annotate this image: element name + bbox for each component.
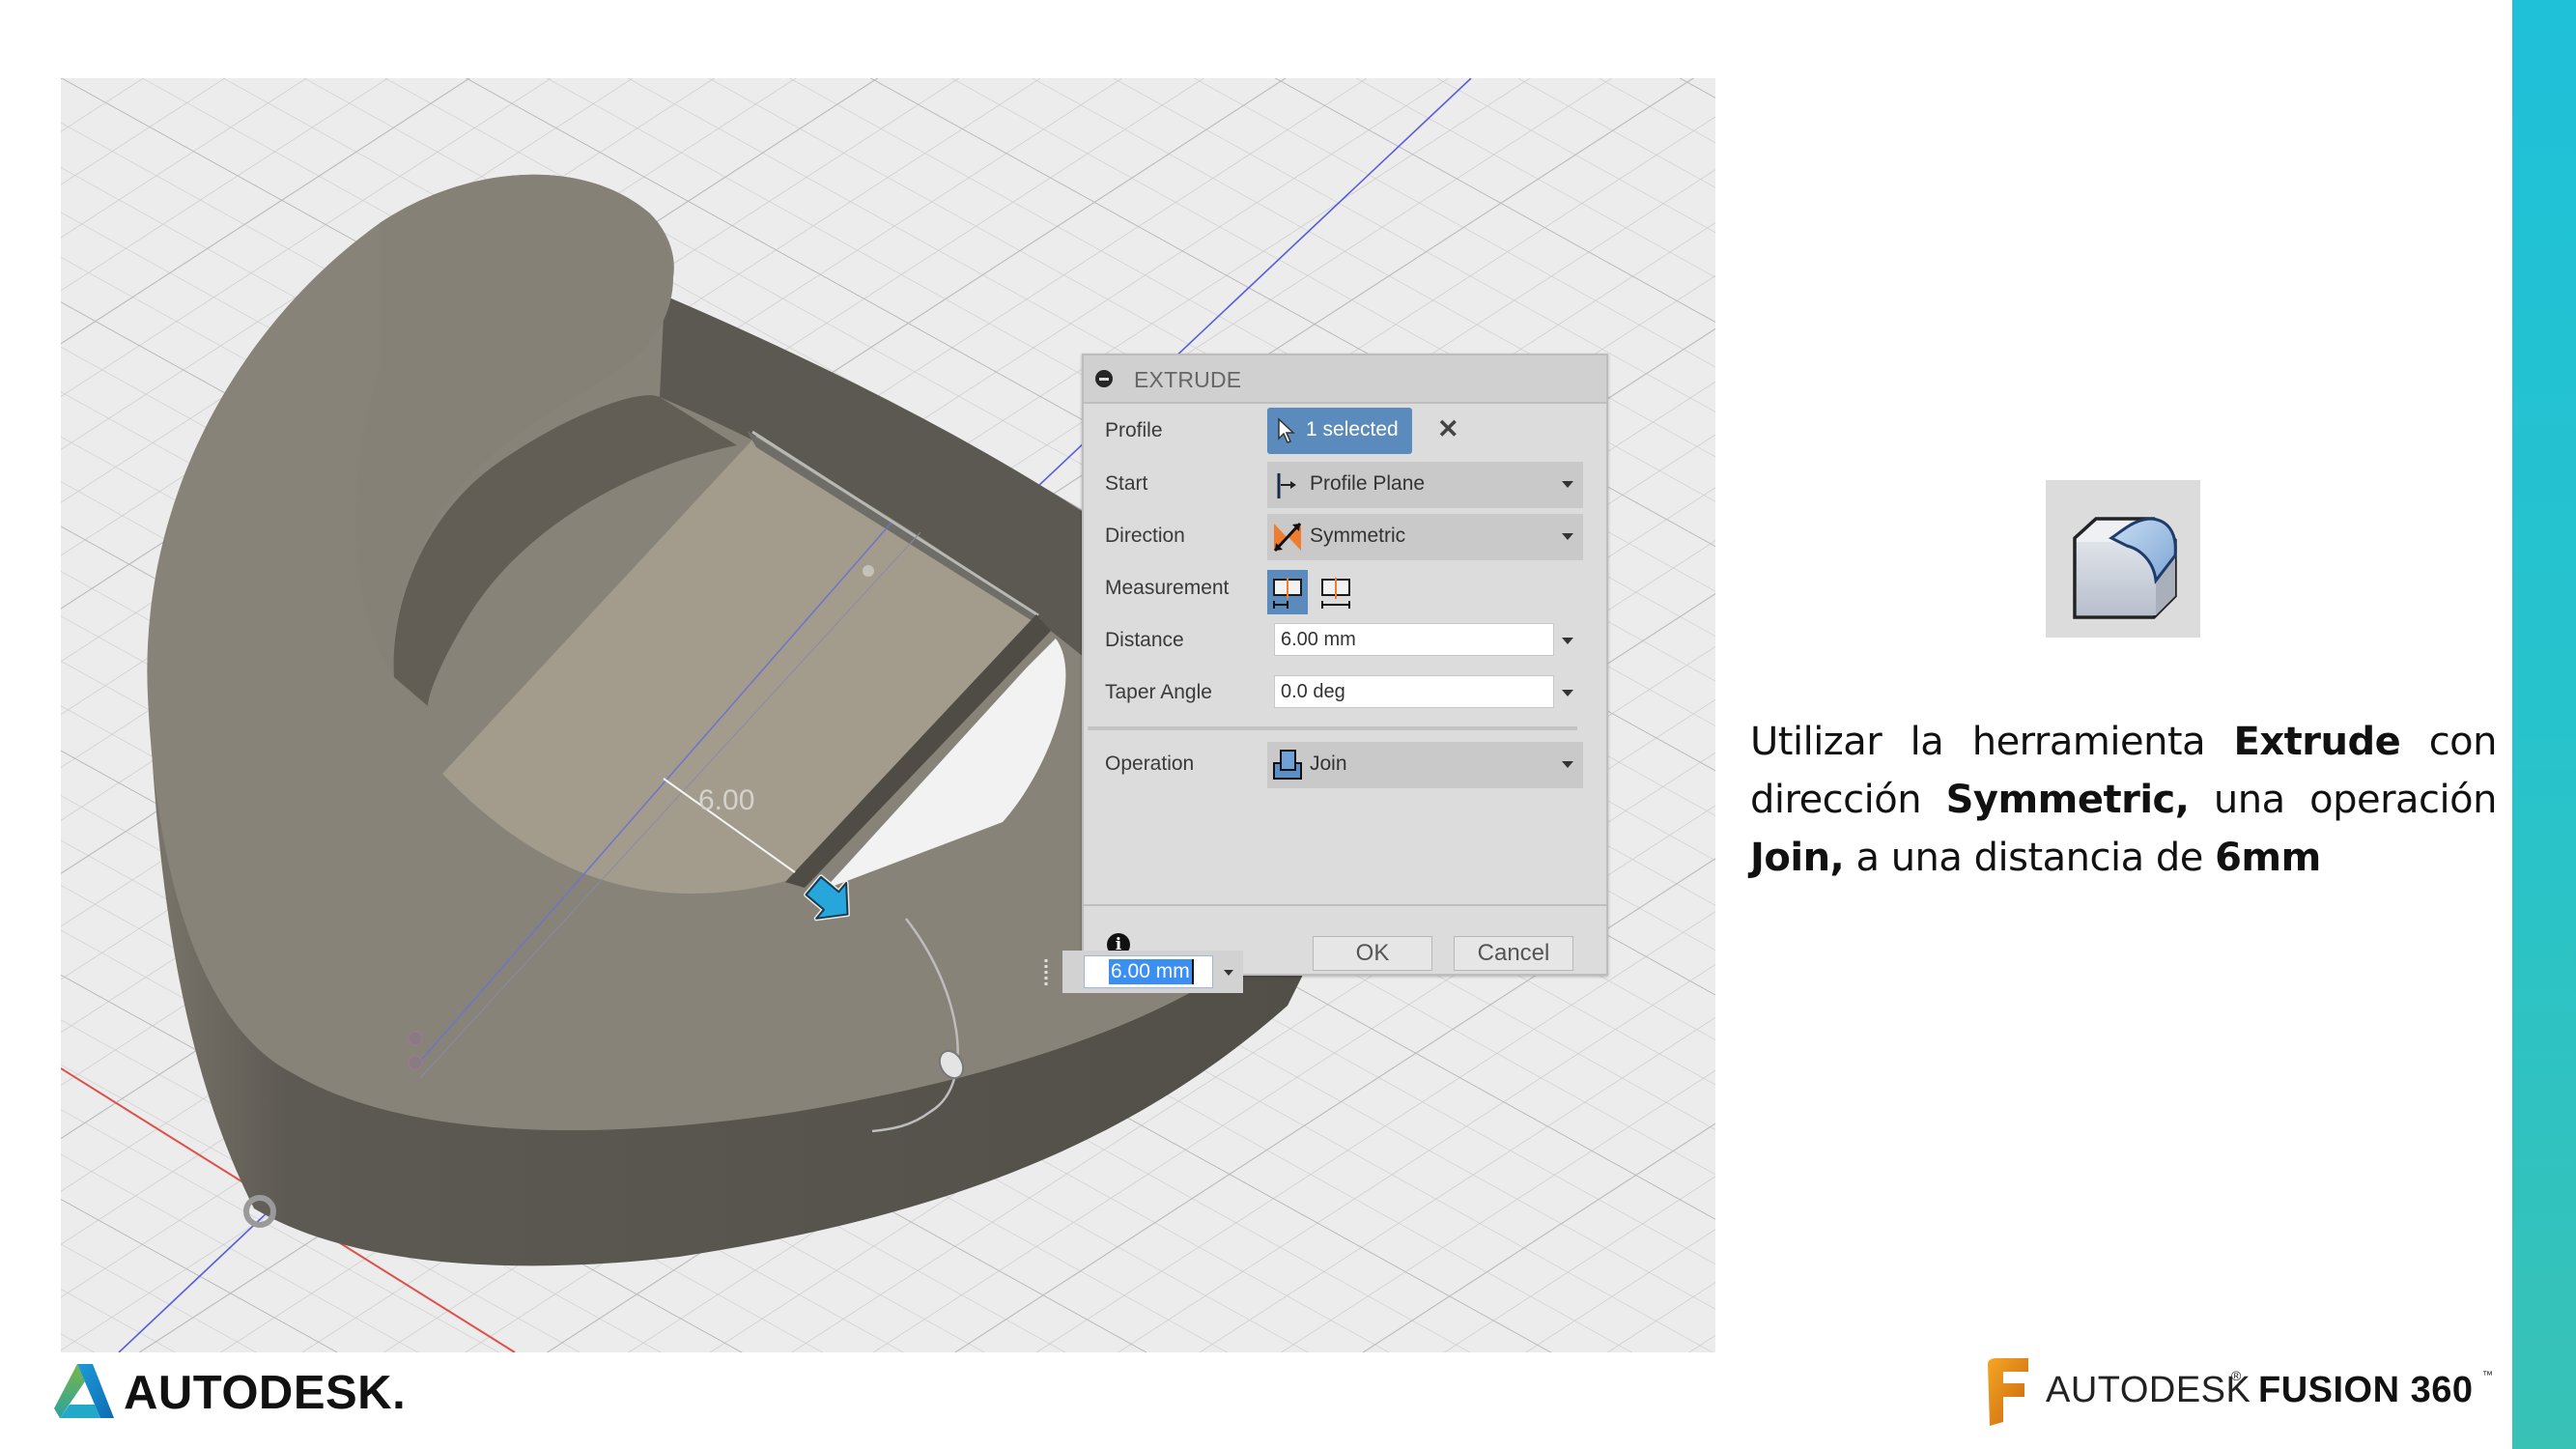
join-operation-icon [1273, 750, 1302, 780]
profile-value: 1 selected [1306, 418, 1399, 440]
autodesk-logo: AUTODESK. [50, 1360, 417, 1422]
distance-dropdown-chevron-icon[interactable] [1562, 638, 1573, 644]
profile-selection-button[interactable]: 1 selected [1267, 408, 1412, 454]
start-dropdown[interactable]: Profile Plane [1267, 462, 1583, 508]
footer-divider [1084, 904, 1606, 906]
instruction-run: Utilizar la herramienta [1750, 720, 2234, 764]
operation-value: Join [1310, 753, 1347, 775]
trademark-mark: ™ [2482, 1370, 2493, 1381]
cancel-button[interactable]: Cancel [1454, 936, 1573, 971]
autodesk-wordmark: AUTODESK. [124, 1367, 407, 1419]
extrude-dialog: EXTRUDE Profile 1 selected ✕ Start Profi… [1082, 354, 1608, 976]
instruction-emphasis: 6mm [2215, 836, 2321, 880]
registered-mark: ® [2231, 1368, 2242, 1383]
dimension-label: 6.00 [698, 784, 754, 816]
direction-dropdown[interactable]: Symmetric [1267, 514, 1583, 560]
cursor-arrow-icon [1278, 417, 1295, 443]
extrude-tool-icon-tile [2046, 480, 2200, 638]
distance-label: Distance [1105, 629, 1184, 651]
inline-distance-input[interactable]: 6.00 mm [1084, 955, 1213, 988]
instruction-text: Utilizar la herramienta Extrude con dire… [1750, 713, 2498, 887]
whole-length-icon [1321, 578, 1350, 609]
chevron-down-icon [1562, 533, 1573, 540]
ok-button[interactable]: OK [1313, 936, 1432, 971]
distance-value: 6.00 mm [1281, 629, 1356, 650]
inline-distance-box: 6.00 mm [1062, 951, 1243, 993]
half-length-icon [1273, 578, 1302, 609]
chevron-down-icon [1562, 481, 1573, 488]
fusion-wordmark-product: FUSION 360 [2258, 1370, 2474, 1410]
distance-input[interactable]: 6.00 mm [1274, 623, 1554, 656]
sketch-point [863, 565, 874, 577]
operation-dropdown[interactable]: Join [1267, 742, 1583, 788]
measurement-half-length-button[interactable] [1267, 570, 1308, 614]
taper-dropdown-chevron-icon[interactable] [1562, 690, 1573, 696]
sketch-point-pink-1 [408, 1031, 423, 1046]
instruction-emphasis: Extrude [2233, 720, 2401, 764]
taper-angle-value: 0.0 deg [1281, 681, 1345, 702]
accent-bar [2512, 0, 2576, 1449]
dialog-header[interactable]: EXTRUDE [1084, 355, 1606, 404]
start-label: Start [1105, 472, 1148, 495]
taper-angle-input[interactable]: 0.0 deg [1274, 675, 1554, 708]
chevron-down-icon [1562, 761, 1573, 768]
fusion-360-logo: AUTODESK ® FUSION 360 ™ [1978, 1352, 2500, 1430]
start-value: Profile Plane [1310, 472, 1426, 495]
collapse-icon[interactable] [1095, 370, 1113, 387]
fusion-wordmark-autodesk: AUTODESK [2046, 1370, 2251, 1410]
profile-label: Profile [1105, 419, 1163, 441]
direction-label: Direction [1105, 525, 1185, 547]
instruction-run: a una distancia de [1844, 836, 2216, 880]
inline-dropdown-chevron-icon[interactable] [1224, 970, 1233, 976]
instruction-emphasis: Symmetric, [1945, 778, 2190, 822]
autodesk-a-icon [54, 1364, 114, 1418]
measurement-whole-length-button[interactable] [1316, 570, 1356, 614]
direction-value: Symmetric [1310, 525, 1406, 547]
fusion-f-icon [1988, 1358, 2028, 1426]
operation-label: Operation [1105, 753, 1195, 775]
dialog-title: EXTRUDE [1134, 367, 1242, 392]
clear-selection-icon[interactable]: ✕ [1437, 414, 1459, 444]
instruction-emphasis: Join, [1750, 836, 1845, 880]
profile-plane-icon [1277, 473, 1296, 498]
extrude-tool-icon [2073, 517, 2177, 619]
symmetric-direction-icon [1273, 522, 1302, 553]
inline-distance-value: 6.00 mm [1109, 959, 1194, 984]
instruction-run: una operación [2189, 778, 2498, 822]
measurement-label: Measurement [1105, 577, 1230, 599]
section-divider [1088, 726, 1577, 730]
sketch-point-pink-2 [408, 1055, 423, 1070]
taper-angle-label: Taper Angle [1105, 681, 1212, 703]
